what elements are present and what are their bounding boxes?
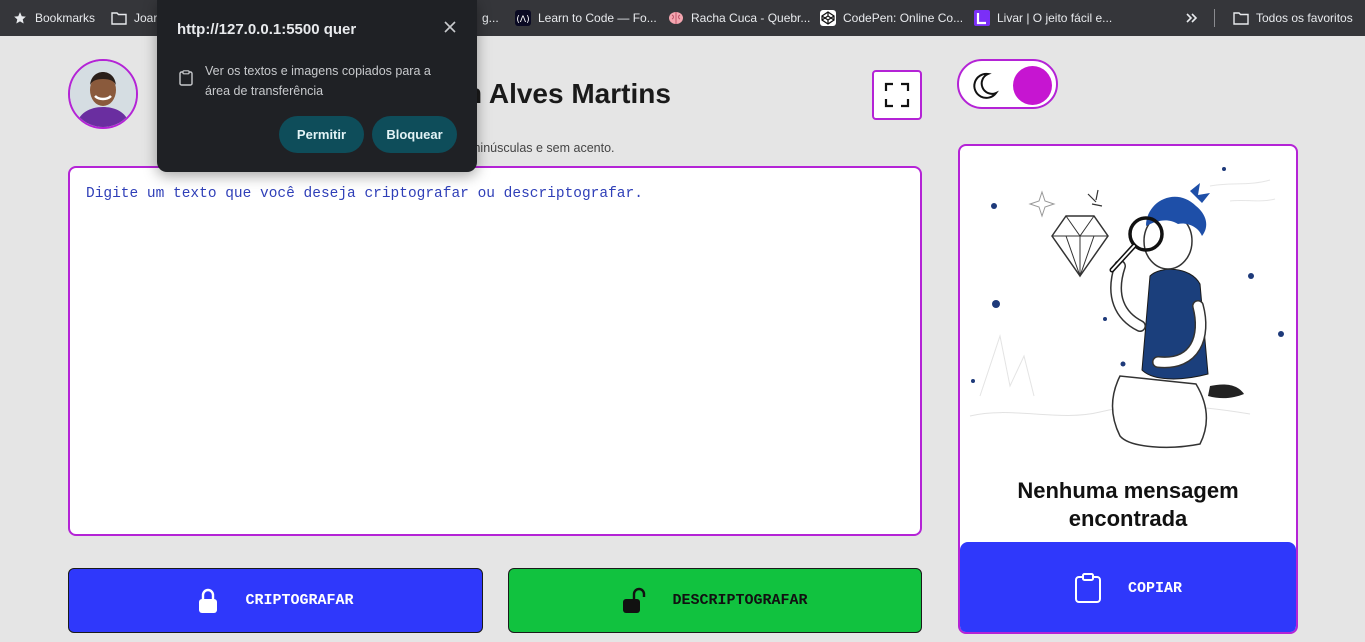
bookmark-folder-joar[interactable]: Joar (111, 0, 157, 36)
clipboard-permission-popup: http://127.0.0.1:5500 quer Ver os textos… (157, 0, 477, 172)
star-icon (12, 10, 28, 26)
copy-button[interactable]: COPIAR (960, 542, 1296, 632)
lock-icon (199, 588, 218, 613)
moon-icon (973, 72, 999, 99)
bookmark-label: Todos os favoritos (1256, 11, 1353, 25)
bookmarks-overflow[interactable] (1184, 0, 1200, 36)
encrypt-label: CRIPTOGRAFAR (245, 592, 354, 609)
bookmark-bookmarks[interactable]: Bookmarks (12, 0, 95, 36)
popup-permission-text: Ver os textos e imagens copiados para a … (205, 64, 431, 98)
popup-title: http://127.0.0.1:5500 quer (177, 21, 357, 38)
svg-text:(Λ): (Λ) (516, 15, 529, 25)
bookmark-label: Livar | O jeito fácil e... (997, 11, 1113, 25)
bookmark-rachacuca[interactable]: Racha Cuca - Quebr... (668, 0, 810, 36)
close-icon[interactable] (441, 18, 459, 36)
bookmark-label: CodePen: Online Co... (843, 11, 964, 25)
fullscreen-icon (884, 82, 910, 108)
bookmark-label: Bookmarks (35, 11, 96, 25)
avatar (68, 59, 138, 129)
bookmark-all-favorites[interactable]: Todos os favoritos (1233, 0, 1353, 36)
bookmark-label: Joar (134, 11, 158, 25)
codepen-icon (820, 10, 836, 26)
bookmark-g[interactable]: g... (482, 0, 499, 36)
bookmark-label: g... (482, 11, 499, 25)
bookmark-codepen[interactable]: CodePen: Online Co... (820, 0, 963, 36)
block-button[interactable]: Bloquear (372, 116, 457, 153)
empty-result-title: Nenhuma mensagem encontrada (1017, 478, 1239, 531)
bookmark-label: Learn to Code — Fo... (538, 11, 657, 25)
unlock-icon (623, 587, 646, 613)
freecodecamp-icon: (Λ) (515, 10, 531, 26)
allow-button[interactable]: Permitir (279, 116, 364, 153)
folder-icon (1233, 10, 1249, 26)
encrypt-button[interactable]: CRIPTOGRAFAR (68, 568, 483, 633)
clipboard-icon (1074, 573, 1101, 603)
theme-toggle[interactable] (957, 59, 1058, 109)
bookmark-livar[interactable]: Livar | O jeito fácil e... (974, 0, 1112, 36)
clipboard-icon (179, 70, 193, 86)
livar-icon (974, 10, 990, 26)
input-hint: minúsculas e sem acento. (470, 141, 615, 155)
folder-icon (111, 10, 127, 26)
search-illustration (969, 167, 1284, 448)
decrypt-button[interactable]: DESCRIPTOGRAFAR (508, 568, 922, 633)
fullscreen-button[interactable] (872, 70, 922, 120)
copy-label: COPIAR (1127, 579, 1182, 597)
brain-icon (668, 10, 684, 26)
bookmarks-separator (1214, 9, 1215, 27)
toggle-knob (1013, 66, 1052, 105)
double-chevron-icon (1184, 10, 1200, 26)
result-panel: Nenhuma mensagem encontrada COPIAR (958, 144, 1298, 634)
bookmark-freecodecamp[interactable]: (Λ) Learn to Code — Fo... (515, 0, 657, 36)
message-input[interactable] (68, 166, 922, 536)
page-title: n Alves Martins (465, 78, 671, 109)
bookmark-label: Racha Cuca - Quebr... (691, 11, 811, 25)
decrypt-label: DESCRIPTOGRAFAR (672, 592, 808, 609)
